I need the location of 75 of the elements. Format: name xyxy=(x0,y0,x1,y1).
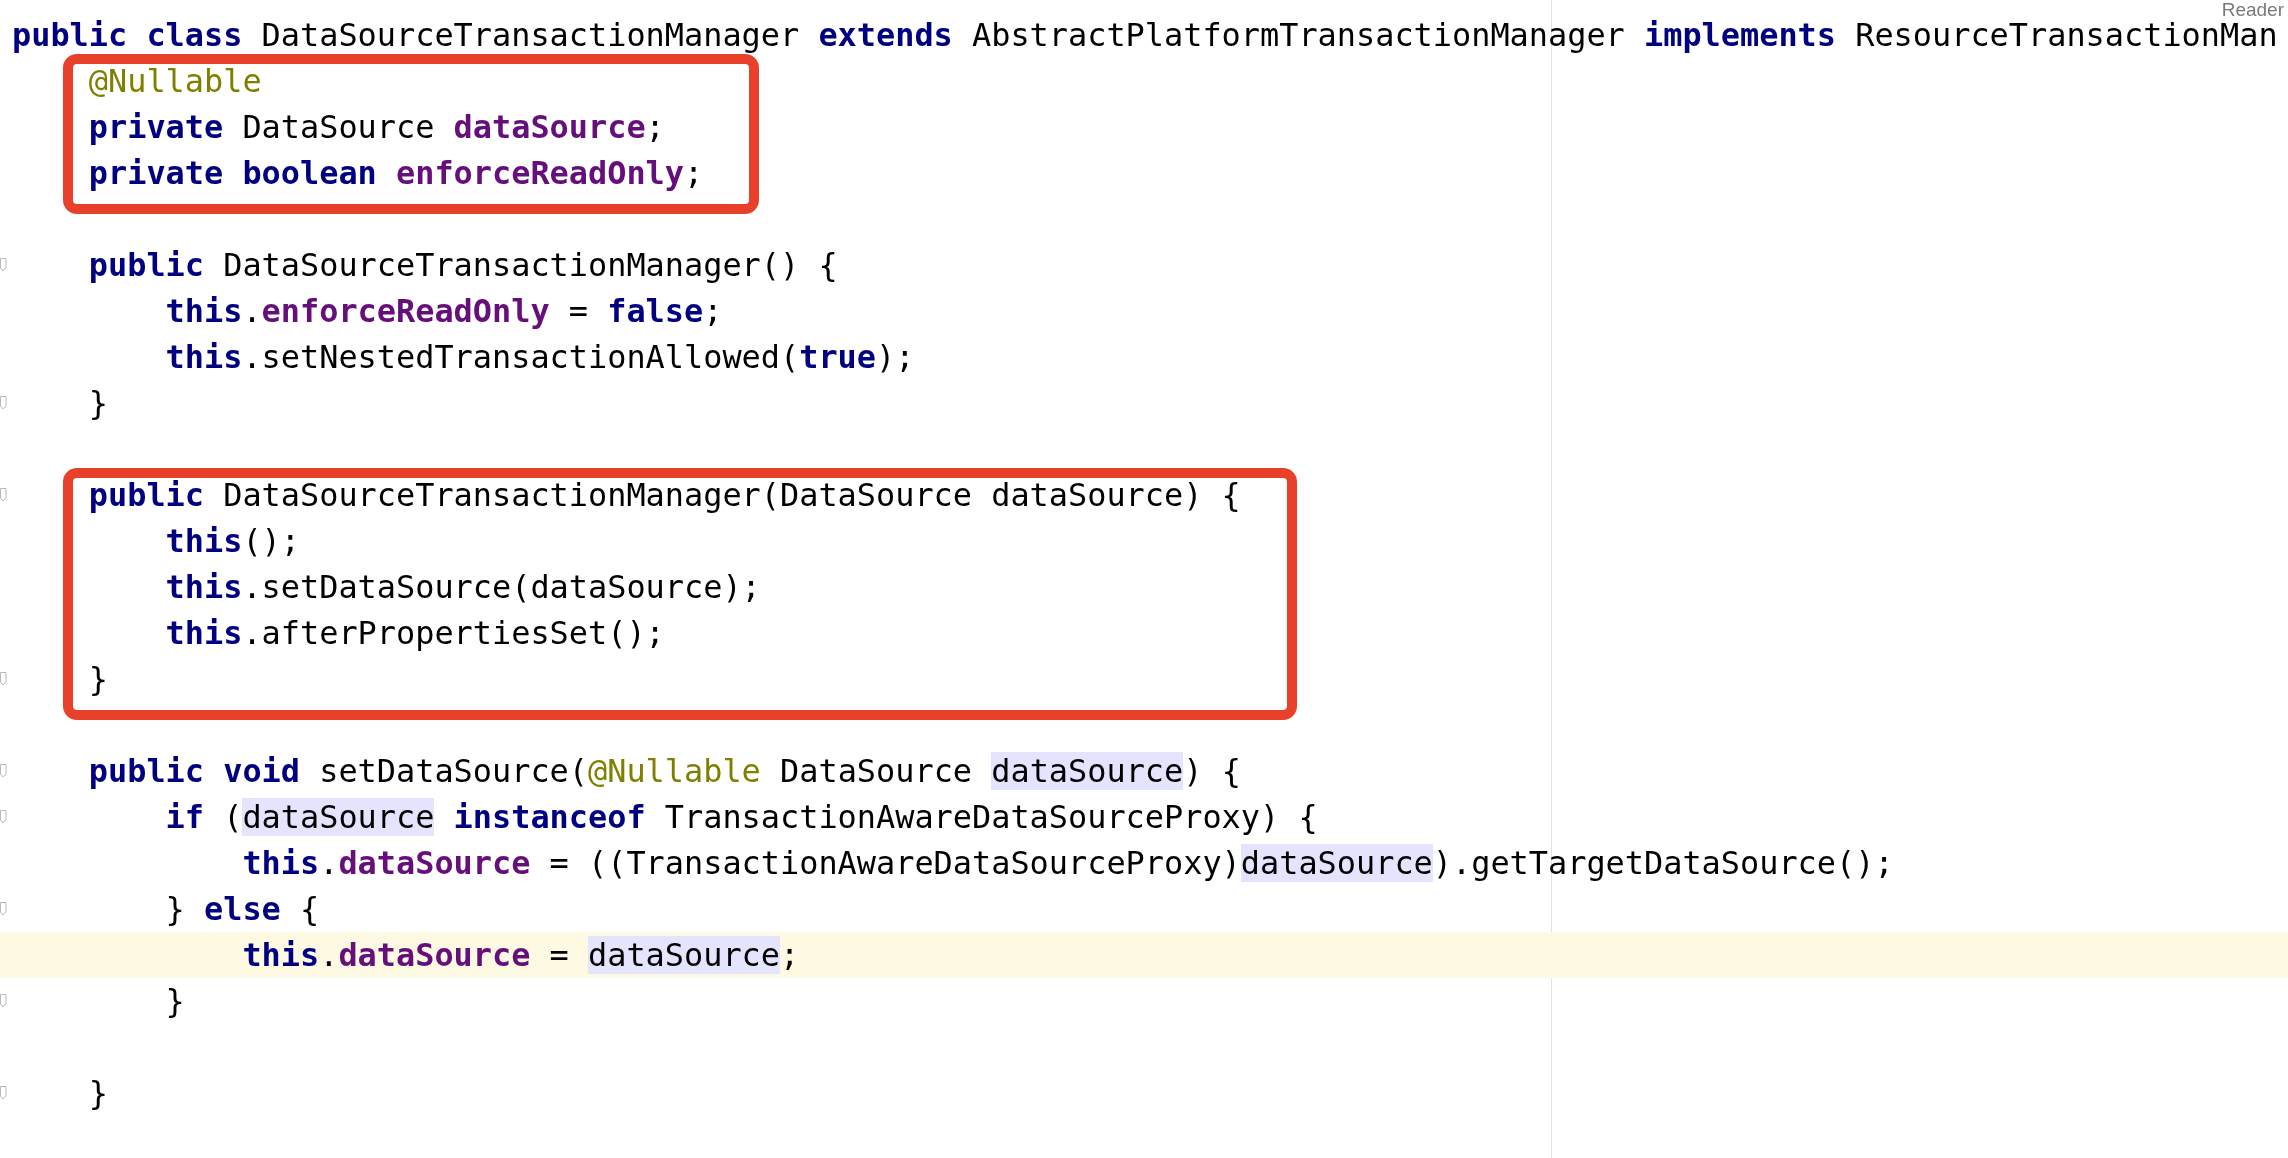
keyword: if xyxy=(164,798,204,836)
keyword: this xyxy=(164,522,243,560)
keyword: public xyxy=(12,16,129,54)
code-text: ; xyxy=(703,292,723,330)
keyword: this xyxy=(164,614,243,652)
fold-marker-icon[interactable] xyxy=(0,488,8,502)
keyword: this xyxy=(164,338,243,376)
code-text: DataSourceTransactionManager xyxy=(260,16,801,54)
code-text: ).getTargetDataSource(); xyxy=(1432,844,1894,882)
highlighted-usage: dataSource xyxy=(588,936,780,974)
field-name: dataSource xyxy=(338,936,531,974)
keyword: public xyxy=(87,246,204,284)
keyword: public xyxy=(87,752,205,790)
code-text: .afterPropertiesSet(); xyxy=(242,614,665,652)
code-text: } xyxy=(164,890,186,928)
code-text: ); xyxy=(876,338,915,376)
fold-marker-icon[interactable] xyxy=(0,396,8,410)
keyword: true xyxy=(799,338,876,376)
annotation: @Nullable xyxy=(87,62,262,100)
field-name: dataSource xyxy=(453,108,646,146)
code-text: } xyxy=(164,982,185,1020)
code-text: .setDataSource(dataSource); xyxy=(242,568,761,606)
fold-marker-icon[interactable] xyxy=(0,994,8,1008)
field-name: dataSource xyxy=(338,844,531,882)
code-text: } xyxy=(87,660,108,698)
code-text: DataSourceTransactionManager(DataSource dataSource) { xyxy=(222,476,1241,514)
highlighted-usage: dataSource xyxy=(1240,844,1433,882)
fold-marker-icon[interactable] xyxy=(0,902,8,916)
keyword: else xyxy=(204,890,281,928)
code-text: (); xyxy=(242,522,300,560)
code-text: ; xyxy=(780,936,800,974)
keyword: class xyxy=(146,16,243,54)
code-text: { xyxy=(299,890,320,928)
code-text: } xyxy=(87,384,108,422)
keyword: this xyxy=(164,568,243,606)
code-text: ( xyxy=(222,798,243,836)
keyword: boolean xyxy=(242,154,378,192)
keyword: this xyxy=(241,844,320,882)
highlighted-usage: dataSource xyxy=(991,752,1184,790)
code-text: DataSourceTransactionManager() { xyxy=(222,246,838,284)
keyword: private xyxy=(87,154,225,192)
code-text: ; xyxy=(684,154,704,192)
keyword: this xyxy=(241,936,320,974)
code-text: } xyxy=(87,1074,108,1112)
code-text: ) { xyxy=(1183,752,1241,790)
code-text: ; xyxy=(645,108,665,146)
keyword: false xyxy=(607,292,704,330)
field-name: enforceReadOnly xyxy=(396,154,684,192)
keyword: public xyxy=(87,476,204,514)
keyword: this xyxy=(164,292,243,330)
highlighted-usage: dataSource xyxy=(242,798,435,836)
code-text: = ((TransactionAwareDataSourceProxy) xyxy=(548,844,1241,882)
code-text: DataSource xyxy=(241,108,436,146)
code-text: . xyxy=(319,936,339,974)
code-text: . xyxy=(319,844,339,882)
code-text: AbstractPlatformTransactionManager xyxy=(971,16,1626,54)
code-text: . xyxy=(242,292,262,330)
keyword: extends xyxy=(818,16,953,54)
fold-marker-icon[interactable] xyxy=(0,1086,8,1100)
fold-marker-icon[interactable] xyxy=(0,764,8,778)
field-name: enforceReadOnly xyxy=(261,292,550,330)
code-text: TransactionAwareDataSourceProxy) { xyxy=(663,798,1318,836)
code-text: = xyxy=(567,292,589,330)
keyword: implements xyxy=(1644,16,1836,54)
keyword: private xyxy=(87,108,224,146)
fold-marker-icon[interactable] xyxy=(0,672,8,686)
keyword: instanceof xyxy=(452,798,646,836)
fold-marker-icon[interactable] xyxy=(0,258,8,272)
code-text: DataSource xyxy=(779,752,974,790)
fold-marker-icon[interactable] xyxy=(0,810,8,824)
annotation: @Nullable xyxy=(588,752,761,790)
code-text: = xyxy=(548,936,570,974)
code-text: .setNestedTransactionAllowed( xyxy=(242,338,800,376)
code-text: setDataSource( xyxy=(318,752,588,790)
keyword: void xyxy=(223,752,300,790)
